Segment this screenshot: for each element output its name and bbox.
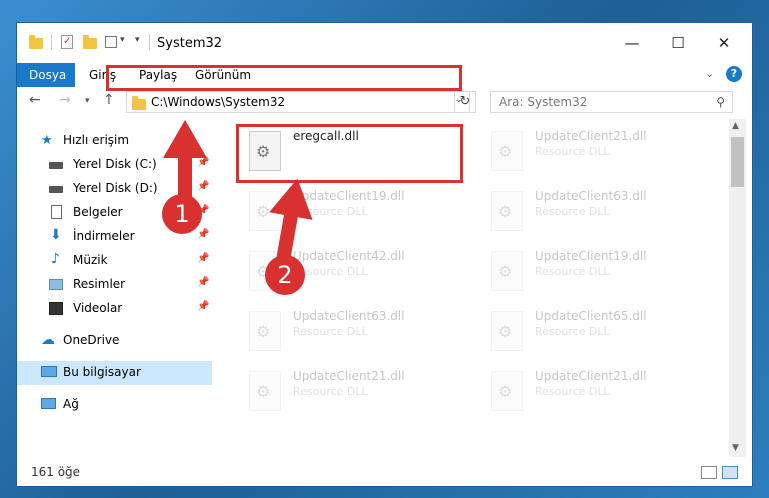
explorer-window: ✓ ▾ ▾ System32 — ☐ ✕ Dosya Giriş Paylaş … [16, 22, 753, 487]
file-item[interactable]: UpdateClient21.dll Resource DLL [243, 363, 473, 421]
computer-icon [41, 366, 57, 377]
back-arrow-icon[interactable]: ← [29, 92, 41, 108]
dll-file-icon [491, 251, 523, 291]
network-icon [41, 398, 56, 409]
pin-icon[interactable]: 📌 [197, 277, 209, 288]
file-item[interactable]: UpdateClient63.dll Resource DLL [243, 303, 473, 361]
scroll-up-icon[interactable]: ▲ [732, 121, 739, 131]
dll-file-icon [249, 311, 281, 351]
music-icon: ♪ [51, 251, 60, 267]
pin-icon[interactable]: 📌 [197, 229, 209, 240]
sidebar-item-pictures[interactable]: Resimler 📌 [17, 273, 212, 297]
folder-icon [132, 96, 146, 110]
ribbon-expand-icon[interactable]: ⌄ [705, 67, 714, 80]
forward-arrow-icon[interactable]: → [59, 92, 71, 108]
dll-file-icon [491, 311, 523, 351]
scroll-thumb[interactable] [731, 137, 744, 187]
new-folder-icon[interactable] [83, 35, 97, 49]
file-item[interactable]: UpdateClient63.dll Resource DLL [485, 183, 715, 241]
large-icons-view-icon[interactable] [722, 466, 738, 479]
sidebar-item-videos[interactable]: Videolar 📌 [17, 297, 212, 321]
refresh-button[interactable]: ↻ [454, 91, 476, 113]
sidebar-item-onedrive[interactable]: ☁ OneDrive [17, 329, 212, 353]
dll-file-icon [491, 371, 523, 411]
videos-icon [49, 302, 63, 315]
scroll-down-icon[interactable]: ▼ [732, 443, 739, 453]
status-bar: 161 öğe [17, 459, 752, 486]
item-count: 161 öğe [31, 465, 81, 479]
drive-icon [49, 162, 63, 169]
chevron-down-icon[interactable]: ▾ [120, 35, 125, 51]
view-toggle-icon[interactable] [105, 36, 117, 48]
search-input[interactable]: Ara: System32 ⚲ [490, 91, 733, 113]
callout-arrow-two [269, 178, 313, 265]
pin-icon[interactable]: 📌 [197, 253, 209, 264]
pin-icon[interactable]: 📌 [197, 301, 209, 312]
dll-file-icon [491, 131, 523, 171]
search-icon[interactable]: ⚲ [716, 95, 725, 109]
callout-badge-one: 1 [162, 194, 202, 234]
file-item[interactable]: UpdateClient19.dll Resource DLL [485, 243, 715, 301]
pictures-icon [49, 279, 63, 290]
search-placeholder: Ara: System32 [499, 95, 588, 109]
file-item[interactable]: UpdateClient21.dll Resource DLL [485, 363, 715, 421]
close-button[interactable]: ✕ [701, 23, 747, 63]
properties-icon[interactable]: ✓ [61, 35, 73, 49]
folder-icon [29, 35, 43, 49]
file-item[interactable]: UpdateClient21.dll Resource DLL [485, 123, 715, 181]
address-path: C:\Windows\System32 [151, 95, 286, 109]
cloud-icon: ☁ [41, 332, 55, 348]
window-title: System32 [157, 36, 223, 51]
up-arrow-icon[interactable]: ↑ [103, 92, 115, 108]
download-icon: ⬇ [50, 227, 62, 243]
vertical-scrollbar[interactable]: ▲ ▼ [729, 119, 746, 457]
sidebar-item-network[interactable]: Ağ [17, 393, 212, 417]
dll-file-icon [491, 191, 523, 231]
title-bar: ✓ ▾ ▾ System32 — ☐ ✕ [17, 23, 752, 63]
callout-badge-two: 2 [265, 255, 305, 295]
documents-icon [51, 205, 62, 219]
drive-icon [49, 186, 63, 193]
file-highlight-box [236, 124, 463, 183]
recent-locations-icon[interactable]: ▾ [85, 96, 90, 106]
tab-dosya[interactable]: Dosya [17, 63, 75, 87]
help-icon[interactable]: ? [726, 66, 742, 82]
minimize-button[interactable]: — [609, 23, 655, 63]
sidebar-item-this-pc[interactable]: Bu bilgisayar [17, 361, 212, 385]
customize-toolbar-icon[interactable]: ▾ [135, 35, 140, 51]
navigation-bar: ← → ▾ ↑ C:\Windows\System32 ⌄ ↻ Ara: Sys… [17, 87, 752, 117]
divider [51, 34, 52, 50]
maximize-button[interactable]: ☐ [655, 23, 701, 63]
sidebar-item-music[interactable]: ♪ Müzik 📌 [17, 249, 212, 273]
file-item[interactable]: UpdateClient65.dll Resource DLL [485, 303, 715, 361]
star-icon: ★ [41, 133, 53, 148]
address-bar[interactable]: C:\Windows\System32 ⌄ [126, 91, 470, 113]
address-highlight-box [106, 65, 462, 91]
divider [149, 34, 150, 50]
details-view-icon[interactable] [701, 466, 717, 479]
dll-file-icon [249, 371, 281, 411]
